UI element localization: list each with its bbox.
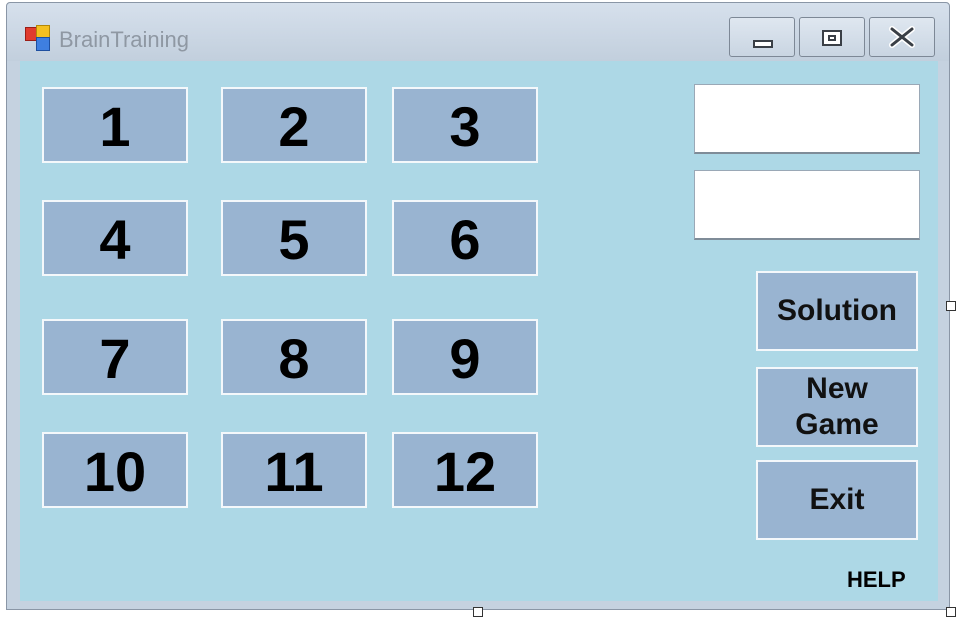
number-button-12[interactable]: 12: [392, 432, 538, 508]
new-game-button[interactable]: New Game: [756, 367, 918, 447]
new-game-label-line2: Game: [795, 408, 879, 441]
form-client-area: 1 2 3 4 5 6 7 8 9 10 11 12 Solution New …: [20, 61, 938, 601]
close-button[interactable]: [869, 17, 935, 57]
maximize-icon: [822, 30, 842, 46]
number-button-9[interactable]: 9: [392, 319, 538, 395]
exit-button-label: Exit: [809, 483, 865, 516]
new-game-label-line1: New: [806, 372, 868, 405]
number-button-4[interactable]: 4: [42, 200, 188, 276]
answer-textbox-2[interactable]: [694, 170, 920, 240]
number-button-1[interactable]: 1: [42, 87, 188, 163]
solution-button[interactable]: Solution: [756, 271, 918, 351]
maximize-button[interactable]: [799, 17, 865, 57]
exit-button[interactable]: Exit: [756, 460, 918, 540]
number-button-6[interactable]: 6: [392, 200, 538, 276]
resize-handle-bottom[interactable]: [473, 607, 483, 617]
number-button-8[interactable]: 8: [221, 319, 367, 395]
answer-textbox-1[interactable]: [694, 84, 920, 154]
app-window: BrainTraining 1 2 3 4 5 6 7 8 9 10 11 12: [6, 2, 950, 610]
close-icon: [889, 26, 915, 48]
app-icon: [25, 25, 51, 51]
solution-button-label: Solution: [777, 294, 897, 327]
minimize-icon: [753, 40, 773, 48]
resize-handle-corner[interactable]: [946, 607, 956, 617]
help-link[interactable]: HELP: [847, 567, 906, 593]
number-button-7[interactable]: 7: [42, 319, 188, 395]
title-bar[interactable]: BrainTraining: [7, 3, 949, 61]
minimize-button[interactable]: [729, 17, 795, 57]
number-button-2[interactable]: 2: [221, 87, 367, 163]
number-button-5[interactable]: 5: [221, 200, 367, 276]
number-button-11[interactable]: 11: [221, 432, 367, 508]
window-title: BrainTraining: [59, 27, 190, 52]
number-button-3[interactable]: 3: [392, 87, 538, 163]
resize-handle-right[interactable]: [946, 301, 956, 311]
number-button-10[interactable]: 10: [42, 432, 188, 508]
